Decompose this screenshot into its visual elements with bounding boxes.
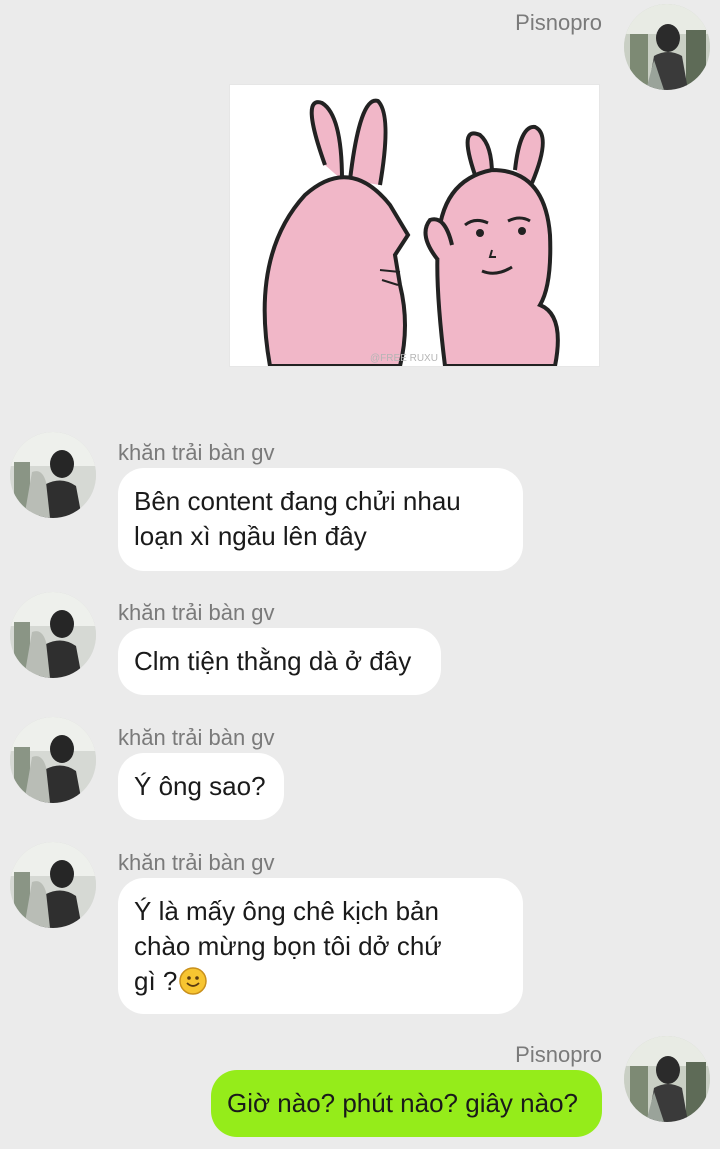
sender-name: Pisnopro (515, 10, 602, 35)
avatar-khan-trai-ban-gv[interactable] (10, 717, 96, 803)
message-bubble[interactable]: Ý ông sao? (118, 753, 284, 820)
avatar-khan-trai-ban-gv[interactable] (10, 842, 96, 928)
avatar-photo-icon (624, 1036, 710, 1122)
sender-name: khăn trải bàn gv (118, 850, 275, 875)
message-line: gì ? (134, 964, 507, 999)
avatar-photo-icon (624, 4, 710, 90)
message-line: Bên content đang chửi nhau (134, 486, 461, 516)
avatar-photo-icon (10, 432, 96, 518)
message-bubble[interactable]: Clm tiện thằng dà ở đây (118, 628, 441, 695)
message-bubble[interactable]: Bên content đang chửi nhau loạn xì ngầu … (118, 468, 523, 571)
avatar-pisnopro[interactable] (624, 4, 710, 90)
avatar-photo-icon (10, 842, 96, 928)
smile-emoji-icon (179, 967, 208, 995)
sender-name: khăn trải bàn gv (118, 725, 275, 750)
message-bubble[interactable]: Ý là mấy ông chê kịch bản chào mừng bọn … (118, 878, 523, 1014)
avatar-khan-trai-ban-gv[interactable] (10, 432, 96, 518)
message-line: Giờ nào? phút nào? giây nào? (227, 1088, 578, 1118)
sender-name: khăn trải bàn gv (118, 440, 275, 465)
message-bubble-outgoing[interactable]: Giờ nào? phút nào? giây nào? (211, 1070, 602, 1137)
sender-name: khăn trải bàn gv (118, 600, 275, 625)
sticker-watermark: @FREE RUXU (370, 353, 438, 364)
avatar-pisnopro[interactable] (624, 1036, 710, 1122)
avatar-photo-icon (10, 717, 96, 803)
message-line: loạn xì ngầu lên đây (134, 521, 367, 551)
message-line: Clm tiện thằng dà ở đây (134, 646, 412, 676)
message-line: chào mừng bọn tôi dở chứ (134, 931, 442, 961)
message-line: Ý là mấy ông chê kịch bản (134, 896, 439, 926)
avatar-photo-icon (10, 592, 96, 678)
avatar-khan-trai-ban-gv[interactable] (10, 592, 96, 678)
sticker-image[interactable]: @FREE RUXU (229, 84, 600, 367)
message-line-text: gì ? (134, 966, 178, 996)
sender-name: Pisnopro (515, 1042, 602, 1067)
two-pink-rabbits-sticker-icon: @FREE RUXU (230, 85, 599, 366)
message-line: Ý ông sao? (134, 771, 266, 801)
